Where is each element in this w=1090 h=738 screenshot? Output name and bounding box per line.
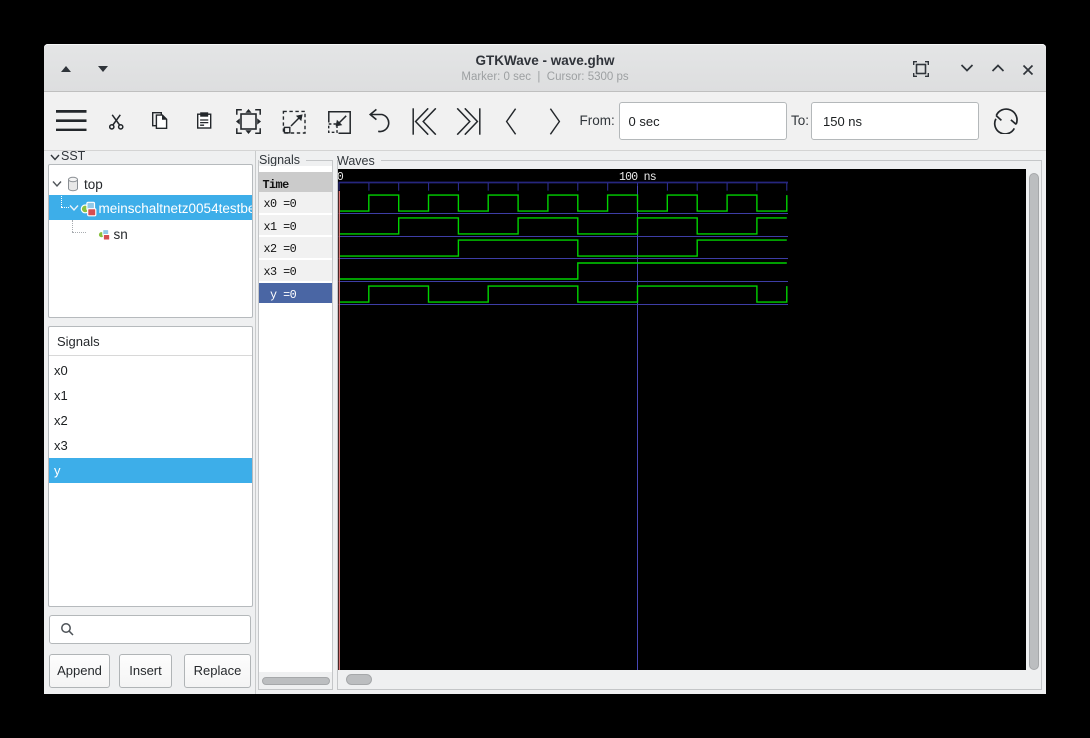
svg-text:100 ns: 100 ns xyxy=(619,171,656,184)
svg-text:0: 0 xyxy=(338,171,344,184)
